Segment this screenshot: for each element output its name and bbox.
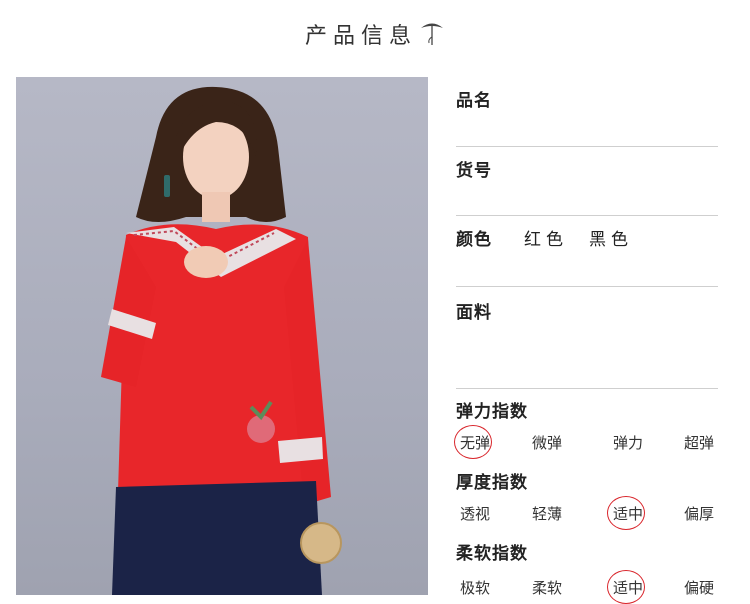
color-option-black: 黑色 (589, 230, 633, 250)
softness-index-label: 柔软指数 (456, 544, 528, 564)
thickness-option-medium: 适中 (603, 496, 653, 530)
name-label: 品名 (456, 91, 492, 111)
product-info-panel: 品名 货号 颜色 红色 黑色 面料 弹力指数 无弹 微弹 弹力 超弹 厚度指数 … (454, 0, 718, 604)
thickness-option-thin: 轻薄 (531, 505, 562, 523)
lotus-leaf-icon (419, 19, 445, 53)
divider (456, 215, 718, 216)
thickness-option-sheer: 透视 (459, 505, 490, 523)
elasticity-option-super: 超弹 (683, 434, 714, 452)
fabric-label: 面料 (456, 303, 492, 323)
divider (456, 286, 718, 287)
thickness-option-thick: 偏厚 (683, 505, 714, 523)
page-title-text: 产品信息 (304, 24, 417, 49)
divider (456, 388, 718, 389)
elasticity-option-slight: 微弹 (531, 434, 562, 452)
elasticity-option-elastic: 弹力 (612, 434, 643, 452)
divider (456, 146, 718, 147)
color-option-red: 红色 (524, 230, 568, 250)
elasticity-index-label: 弹力指数 (456, 402, 528, 422)
product-photo (16, 77, 428, 595)
elasticity-option-none: 无弹 (450, 425, 500, 459)
sku-label: 货号 (456, 161, 492, 181)
color-label: 颜色 (456, 230, 492, 250)
thickness-index-label: 厚度指数 (456, 473, 528, 493)
